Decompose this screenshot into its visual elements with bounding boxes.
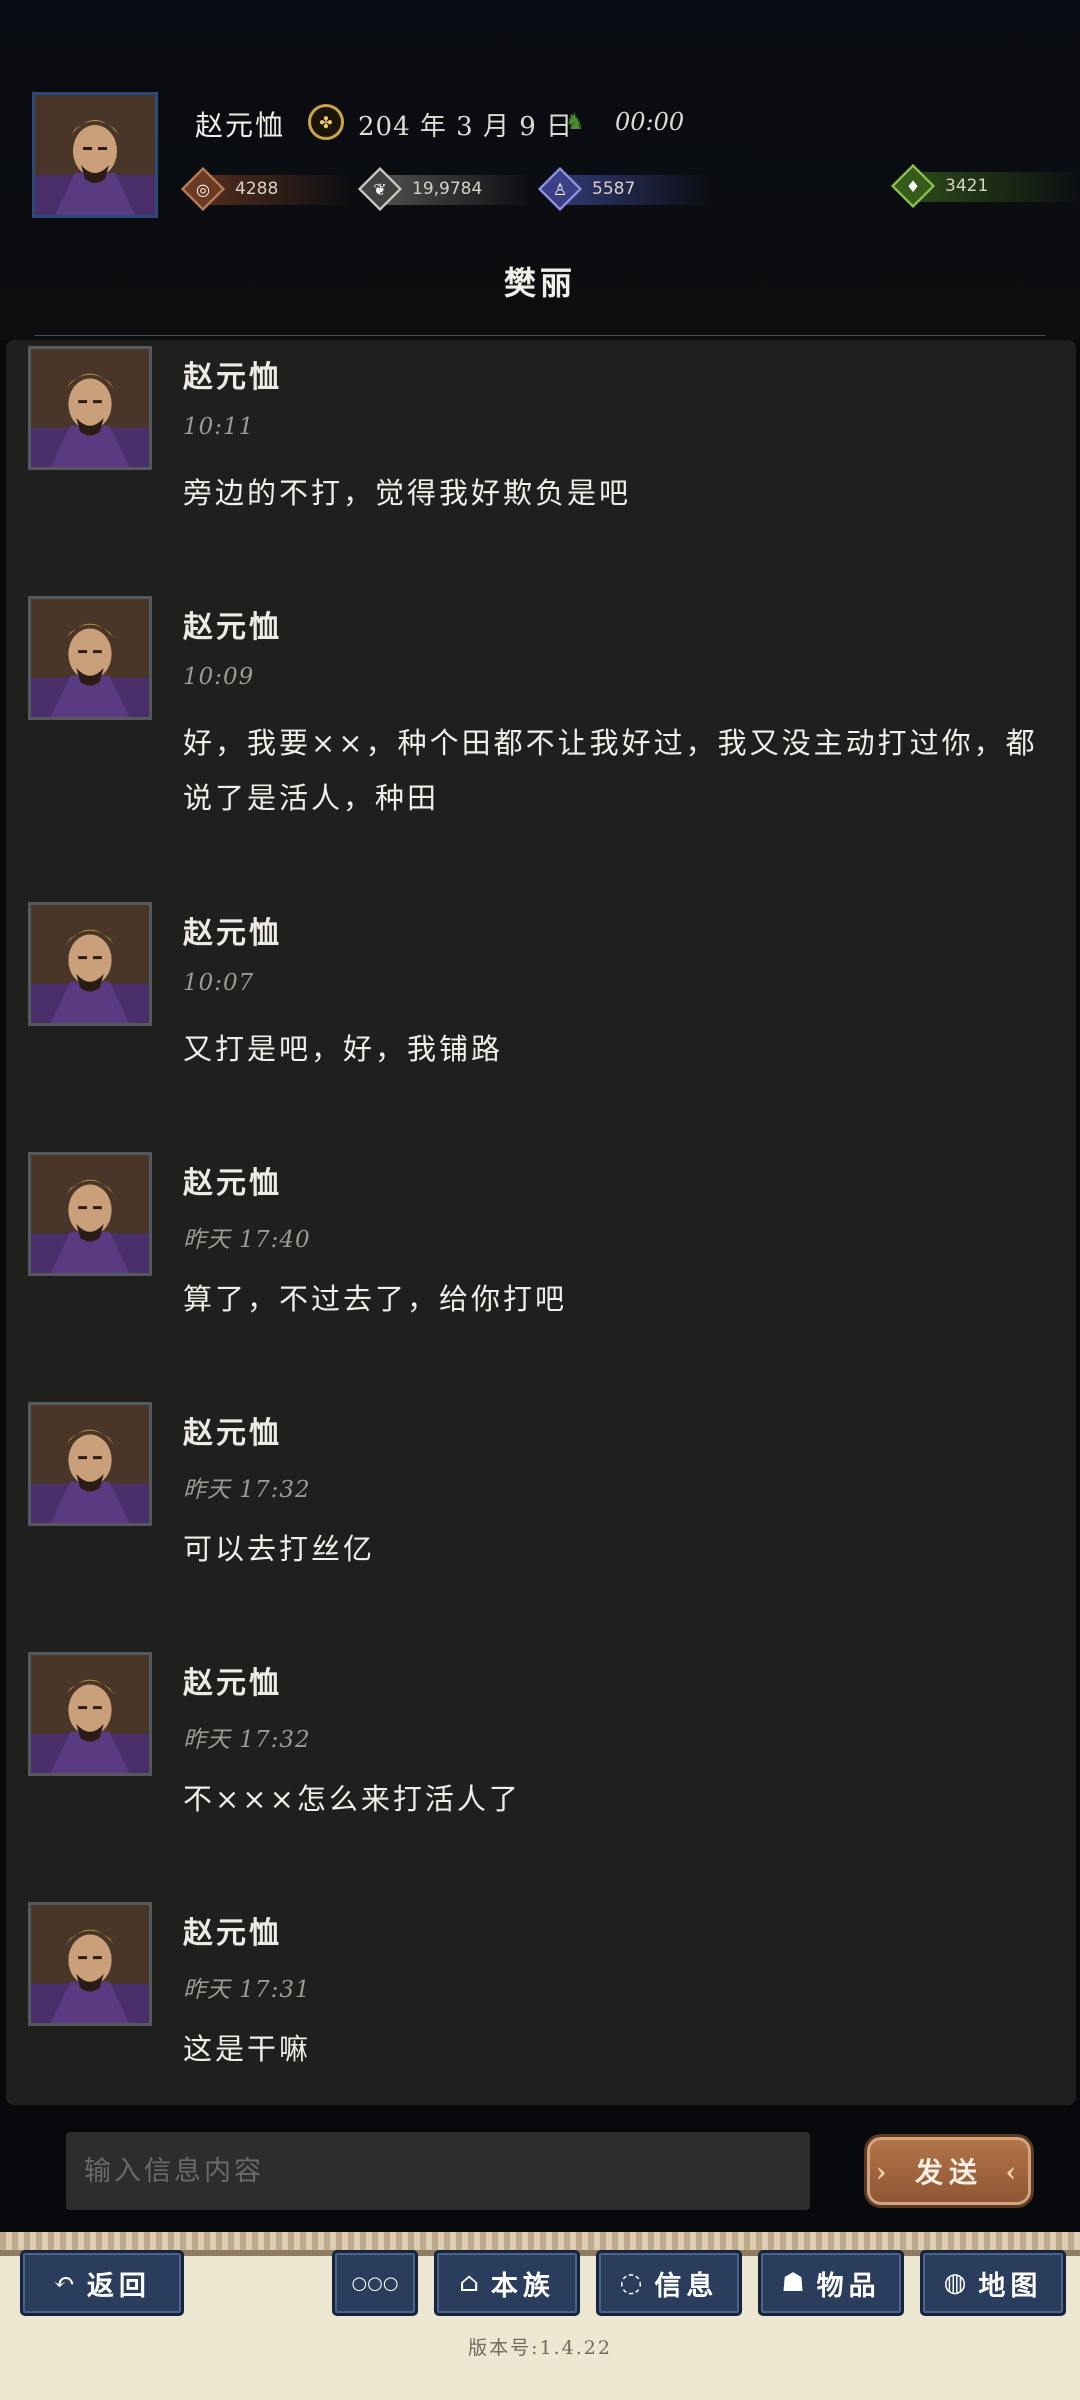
message-time: 10:11	[183, 414, 255, 440]
money-value: 3421	[945, 176, 989, 196]
message-time: 昨天 17:40	[183, 1227, 311, 1253]
sender-name: 赵元恤	[183, 1916, 282, 1951]
money-bar	[915, 172, 1080, 202]
message-input[interactable]	[66, 2132, 810, 2210]
message-time: 昨天 17:32	[183, 1727, 311, 1753]
globe-icon: ◍	[943, 2268, 967, 2298]
chat-message: 赵元恤 昨天 17:32 可以去打丝亿	[6, 1396, 1076, 1646]
sender-name: 赵元恤	[183, 1666, 282, 1701]
game-time: 00:00	[615, 108, 685, 136]
clan-label: 本族	[490, 2270, 555, 2302]
chat-message: 赵元恤 10:09 好，我要××，种个田都不让我好过，我又没主动打过你，都说了是…	[6, 590, 1076, 840]
sender-name: 赵元恤	[183, 916, 282, 951]
message-time: 昨天 17:31	[183, 1977, 311, 2003]
message-text: 可以去打丝亿	[183, 1532, 376, 1566]
items-button[interactable]: ☗ 物品	[758, 2250, 904, 2316]
decorative-trim	[0, 2232, 1080, 2250]
message-time: 昨天 17:32	[183, 1477, 311, 1503]
coin-icon: ◎	[196, 179, 210, 199]
chat-bubble-icon: ◌	[619, 2268, 643, 2298]
send-label: 发送	[914, 2156, 983, 2189]
message-text: 旁边的不打，觉得我好欺负是吧	[183, 476, 632, 510]
chat-message: 赵元恤 昨天 17:40 算了，不过去了，给你打吧	[6, 1146, 1076, 1396]
info-label: 信息	[654, 2270, 719, 2302]
more-dots-icon: ○○○	[351, 2272, 399, 2294]
copper-value: 4288	[235, 179, 279, 199]
clan-button[interactable]: ⌂ 本族	[434, 2250, 580, 2316]
grain-value: 19,9784	[412, 179, 483, 199]
map-label: 地图	[978, 2270, 1043, 2302]
info-button[interactable]: ◌ 信息	[596, 2250, 742, 2316]
troops-bar	[562, 175, 712, 205]
message-time: 10:07	[183, 970, 255, 996]
sender-avatar[interactable]	[28, 596, 152, 720]
items-label: 物品	[816, 2270, 881, 2302]
sender-avatar[interactable]	[28, 1652, 152, 1776]
chat-message: 赵元恤 昨天 17:31 这是干嘛	[6, 1896, 1076, 2105]
soldier-icon: ♙	[552, 179, 568, 199]
message-text: 这是干嘛	[183, 2032, 312, 2066]
message-text: 算了，不过去了，给你打吧	[183, 1282, 568, 1316]
message-text: 不×××怎么来打活人了	[183, 1782, 521, 1816]
items-icon: ☗	[781, 2268, 805, 2298]
version-label: 版本号:1.4.22	[468, 2337, 612, 2359]
seal-icon: ✤	[308, 104, 344, 140]
sender-avatar[interactable]	[28, 902, 152, 1026]
chat-message: 赵元恤 10:07 又打是吧，好，我铺路	[6, 896, 1076, 1146]
message-text: 好，我要××，种个田都不让我好过，我又没主动打过你，都说了是活人，种田	[183, 726, 1038, 815]
player-name: 赵元恤	[195, 109, 286, 142]
chat-message: 赵元恤 10:11 旁边的不打，觉得我好欺负是吧	[6, 340, 1076, 590]
copper-bar	[205, 175, 355, 205]
chat-title: 樊丽	[503, 264, 576, 302]
sender-avatar[interactable]	[28, 1902, 152, 2026]
money-bag-icon: ♦	[905, 176, 921, 196]
back-arrow-icon: ↶	[53, 2268, 75, 2298]
more-button[interactable]: ○○○	[332, 2250, 418, 2316]
grain-icon: ❦	[373, 179, 387, 199]
map-button[interactable]: ◍ 地图	[920, 2250, 1066, 2316]
troops-value: 5587	[592, 179, 636, 199]
sender-name: 赵元恤	[183, 610, 282, 645]
chat-message: 赵元恤 昨天 17:32 不×××怎么来打活人了	[6, 1646, 1076, 1896]
title-divider	[35, 335, 1045, 336]
player-avatar[interactable]	[32, 92, 158, 218]
back-label: 返回	[86, 2270, 151, 2302]
sender-name: 赵元恤	[183, 360, 282, 395]
message-time: 10:09	[183, 664, 255, 690]
horse-icon: ♞	[565, 110, 585, 135]
chat-message-list[interactable]: 赵元恤 10:11 旁边的不打，觉得我好欺负是吧 赵元恤 10:09 好，我要×…	[6, 340, 1076, 2105]
game-date: 204 年 3 月 9 日	[358, 112, 574, 142]
chevron-left-icon: ‹	[1005, 2158, 1022, 2188]
sender-avatar[interactable]	[28, 1402, 152, 1526]
chevron-right-icon: ›	[876, 2158, 893, 2188]
home-icon: ⌂	[459, 2268, 479, 2298]
send-button[interactable]: › 发送 ‹	[867, 2137, 1031, 2205]
sender-name: 赵元恤	[183, 1166, 282, 1201]
sender-avatar[interactable]	[28, 346, 152, 470]
sender-name: 赵元恤	[183, 1416, 282, 1451]
message-text: 又打是吧，好，我铺路	[183, 1032, 504, 1066]
back-button[interactable]: ↶ 返回	[20, 2250, 184, 2316]
sender-avatar[interactable]	[28, 1152, 152, 1276]
top-header: 赵元恤 ✤ 204 年 3 月 9 日 ♞ 00:00 ◎ 4288 ❦ 19,…	[0, 0, 1080, 340]
